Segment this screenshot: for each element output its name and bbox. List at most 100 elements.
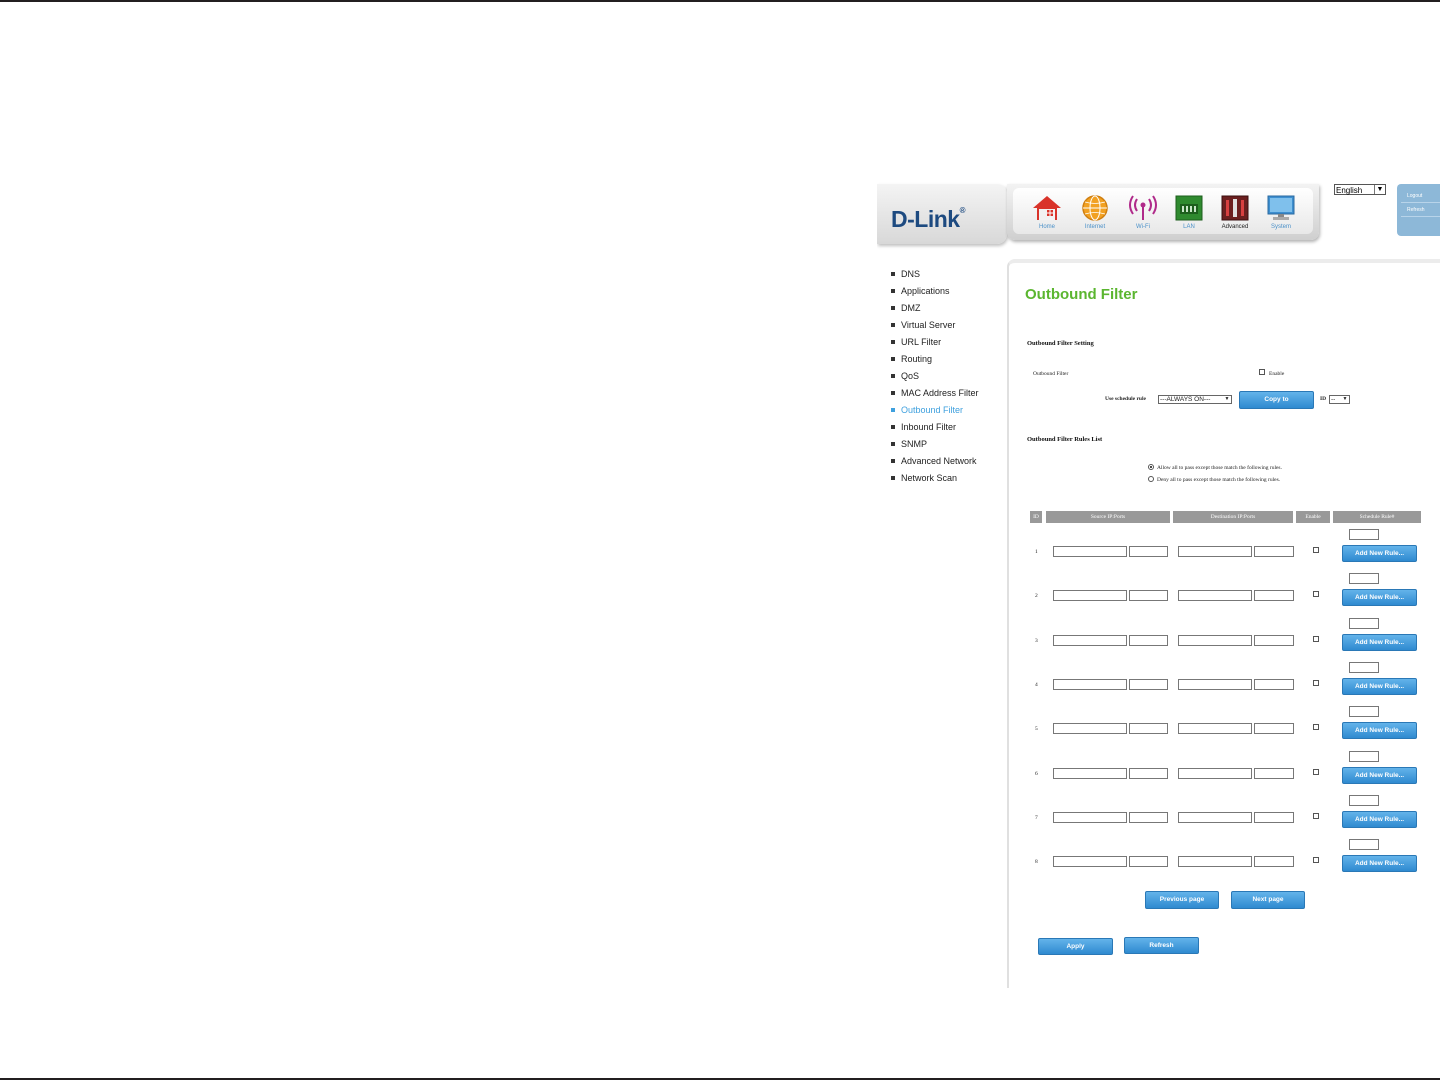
source-port-input[interactable] [1129, 634, 1168, 646]
next-page-button[interactable]: Next page [1231, 891, 1305, 909]
menu-item-outbound-filter[interactable]: Outbound Filter [891, 404, 1009, 421]
row-enable-checkbox[interactable] [1313, 724, 1319, 731]
bullet-icon [891, 459, 895, 463]
destination-ip-input[interactable] [1178, 811, 1252, 823]
row-enable-checkbox[interactable] [1313, 679, 1319, 686]
logout-link[interactable]: Logout [1407, 193, 1422, 199]
schedule-rule-input[interactable] [1349, 661, 1379, 673]
schedule-rule-input[interactable] [1349, 750, 1379, 762]
schedule-rule-input[interactable] [1349, 617, 1379, 629]
row-enable-checkbox[interactable] [1313, 768, 1319, 775]
row-enable-checkbox[interactable] [1313, 857, 1319, 864]
source-ip-input[interactable] [1053, 546, 1127, 557]
destination-port-input[interactable] [1254, 767, 1294, 779]
add-new-rule-button[interactable]: Add New Rule... [1342, 722, 1417, 740]
menu-item-routing[interactable]: Routing [891, 353, 1009, 370]
schedule-rule-input[interactable] [1349, 573, 1379, 585]
destination-ip-input[interactable] [1178, 634, 1252, 646]
nav-lan[interactable]: LAN [1167, 194, 1211, 230]
source-port-input[interactable] [1129, 856, 1168, 868]
schedule-rule-select[interactable]: ---ALWAYS ON--- ▼ [1158, 395, 1232, 404]
source-port-input[interactable] [1129, 590, 1168, 602]
add-new-rule-button[interactable]: Add New Rule... [1342, 855, 1417, 873]
add-new-rule-button[interactable]: Add New Rule... [1342, 766, 1417, 784]
nav-system[interactable]: System [1259, 194, 1303, 230]
refresh-button[interactable]: Refresh [1124, 937, 1199, 954]
menu-item-qos[interactable]: QoS [891, 370, 1009, 387]
menu-item-applications[interactable]: Applications [891, 285, 1009, 302]
menu-item-network-scan[interactable]: Network Scan [891, 472, 1009, 489]
content-panel: Outbound Filter Outbound Filter Setting … [1007, 259, 1440, 988]
menu-item-advanced-network[interactable]: Advanced Network [891, 455, 1009, 472]
enable-checkbox[interactable] [1259, 369, 1265, 375]
nav-internet[interactable]: Internet [1073, 194, 1117, 230]
menu-item-inbound-filter[interactable]: Inbound Filter [891, 421, 1009, 438]
source-ip-input[interactable] [1053, 811, 1127, 823]
source-port-input[interactable] [1129, 678, 1168, 690]
row-enable-checkbox[interactable] [1313, 591, 1319, 598]
destination-ip-input[interactable] [1178, 590, 1252, 602]
destination-port-input[interactable] [1254, 723, 1294, 735]
source-ip-input[interactable] [1053, 723, 1127, 735]
page-title: Outbound Filter [1025, 286, 1138, 303]
allow-all-radio[interactable] [1148, 464, 1154, 470]
nav-advanced[interactable]: Advanced [1213, 194, 1257, 230]
bullet-icon [891, 323, 895, 327]
id-select[interactable]: -- ▼ [1329, 395, 1350, 404]
source-ip-input[interactable] [1053, 856, 1127, 868]
language-select[interactable]: English ▼ [1334, 184, 1386, 195]
add-new-rule-button[interactable]: Add New Rule... [1342, 810, 1417, 828]
schedule-rule-input[interactable] [1349, 529, 1379, 540]
source-port-input[interactable] [1129, 767, 1168, 779]
top-navigation: Home Internet Wi-Fi LAN Advanced System [1007, 184, 1319, 240]
top-rule [0, 0, 1440, 2]
destination-ip-input[interactable] [1178, 678, 1252, 690]
add-new-rule-button[interactable]: Add New Rule... [1342, 545, 1417, 562]
destination-port-input[interactable] [1254, 811, 1294, 823]
source-ip-input[interactable] [1053, 634, 1127, 646]
add-new-rule-button[interactable]: Add New Rule... [1342, 677, 1417, 695]
table-row: 3 Add New Rule... [1009, 617, 1440, 662]
previous-page-button[interactable]: Previous page [1145, 891, 1219, 909]
add-new-rule-button[interactable]: Add New Rule... [1342, 589, 1417, 607]
apply-button[interactable]: Apply [1038, 938, 1113, 955]
source-ip-input[interactable] [1053, 678, 1127, 690]
menu-item-snmp[interactable]: SNMP [891, 438, 1009, 455]
destination-port-input[interactable] [1254, 856, 1294, 868]
add-new-rule-button[interactable]: Add New Rule... [1342, 633, 1417, 651]
deny-all-radio[interactable] [1148, 476, 1154, 482]
source-ip-input[interactable] [1053, 590, 1127, 602]
schedule-rule-label: Use schedule rule [1105, 396, 1146, 402]
destination-port-input[interactable] [1254, 590, 1294, 602]
table-row: 6 Add New Rule... [1009, 750, 1440, 795]
menu-item-dmz[interactable]: DMZ [891, 302, 1009, 319]
source-port-input[interactable] [1129, 546, 1168, 557]
nav-wifi[interactable]: Wi-Fi [1121, 194, 1165, 230]
destination-ip-input[interactable] [1178, 723, 1252, 735]
source-port-input[interactable] [1129, 723, 1168, 735]
destination-ip-input[interactable] [1178, 856, 1252, 868]
nav-home[interactable]: Home [1025, 194, 1069, 230]
destination-port-input[interactable] [1254, 678, 1294, 690]
id-label: ID [1320, 396, 1327, 402]
schedule-rule-input[interactable] [1349, 794, 1379, 806]
copy-to-button[interactable]: Copy to [1239, 391, 1314, 409]
source-port-input[interactable] [1129, 811, 1168, 823]
menu-item-virtual-server[interactable]: Virtual Server [891, 319, 1009, 336]
row-enable-checkbox[interactable] [1313, 635, 1319, 642]
schedule-rule-input[interactable] [1349, 839, 1379, 851]
row-id: 7 [1035, 814, 1038, 821]
destination-port-input[interactable] [1254, 546, 1294, 557]
row-enable-checkbox[interactable] [1313, 812, 1319, 819]
row-id: 4 [1035, 681, 1038, 688]
destination-ip-input[interactable] [1178, 767, 1252, 779]
destination-ip-input[interactable] [1178, 546, 1252, 557]
menu-item-url-filter[interactable]: URL Filter [891, 336, 1009, 353]
source-ip-input[interactable] [1053, 767, 1127, 779]
schedule-rule-input[interactable] [1349, 706, 1379, 718]
menu-item-dns[interactable]: DNS [891, 268, 1009, 285]
refresh-link[interactable]: Refresh [1407, 207, 1425, 213]
destination-port-input[interactable] [1254, 634, 1294, 646]
menu-item-mac-address-filter[interactable]: MAC Address Filter [891, 387, 1009, 404]
row-enable-checkbox[interactable] [1313, 547, 1319, 553]
